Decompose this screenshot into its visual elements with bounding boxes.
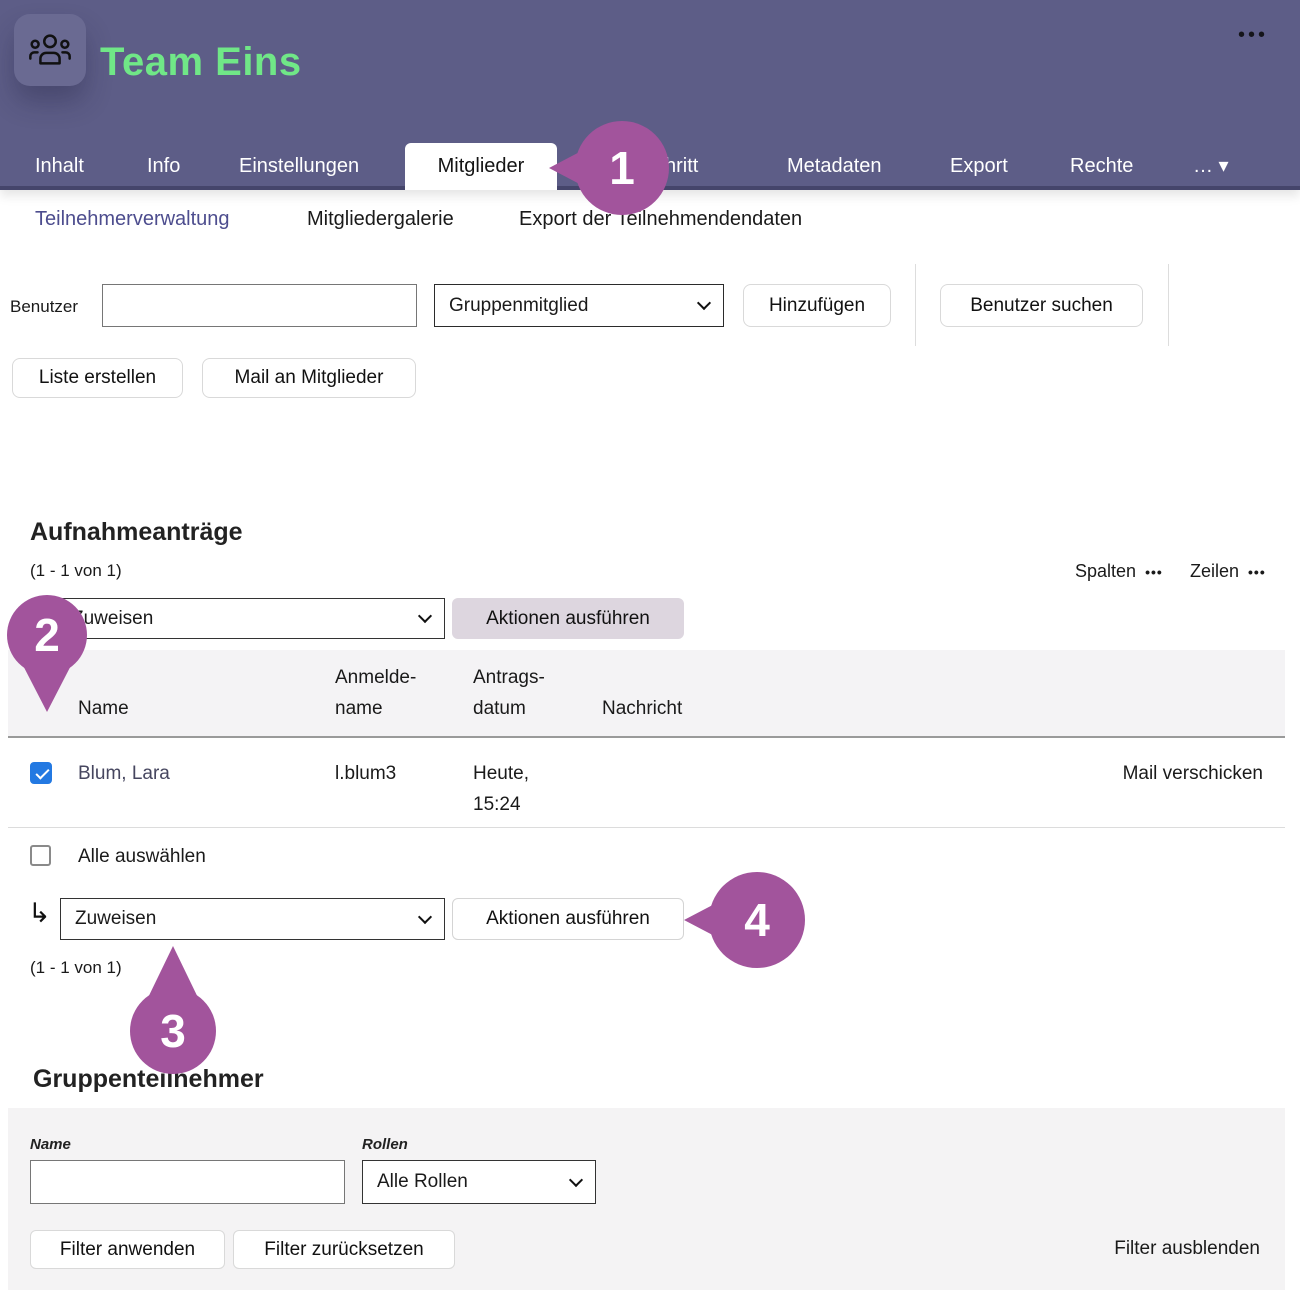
select-all-label: Alle auswählen — [78, 846, 206, 868]
role-select[interactable]: Gruppenmitglied — [434, 284, 724, 327]
zeilen-menu[interactable]: Zeilen ••• — [1190, 561, 1266, 582]
column-header-nachricht: Nachricht — [602, 693, 682, 724]
divider — [1168, 264, 1169, 346]
filter-rollen-value: Alle Rollen — [377, 1171, 468, 1193]
column-header-name: Name — [78, 693, 129, 724]
filter-panel: Name Rollen Alle Rollen Filter anwenden … — [8, 1108, 1285, 1290]
benutzer-input[interactable] — [102, 284, 417, 327]
aktionen-ausfuehren-button[interactable]: Aktionen ausführen — [452, 598, 684, 639]
divider — [915, 264, 916, 346]
tab-more[interactable]: … ▾ — [1193, 143, 1229, 190]
filter-zuruecksetzen-button[interactable]: Filter zurücksetzen — [233, 1230, 455, 1269]
filter-anwenden-button[interactable]: Filter anwenden — [30, 1230, 225, 1269]
tab-inhalt[interactable]: Inhalt — [35, 143, 84, 190]
filter-rollen-label: Rollen — [362, 1136, 408, 1153]
action-select-bottom-value: Zuweisen — [75, 908, 156, 930]
subnav-export-teilnehmendendaten[interactable]: Export der Teilnehmendendaten — [519, 208, 802, 231]
apply-to-selection-arrow-icon: ↳ — [28, 898, 51, 929]
overflow-menu-icon[interactable]: ••• — [1238, 24, 1268, 47]
table-row: Blum, Lara l.blum3 Heute, 15:24 Mail ver… — [8, 740, 1285, 828]
annotation-marker-2: 2 — [7, 595, 87, 675]
group-icon — [14, 14, 86, 86]
tab-mitglieder[interactable]: Mitglieder — [405, 143, 557, 190]
filter-name-input[interactable] — [30, 1160, 345, 1204]
role-select-value: Gruppenmitglied — [449, 295, 588, 317]
row-date: Heute, 15:24 — [473, 758, 529, 820]
page: Team Eins ••• Inhalt Info Einstellungen … — [0, 0, 1300, 1300]
ellipsis-icon: ••• — [1248, 564, 1266, 580]
subnav-teilnehmerverwaltung[interactable]: Teilnehmerverwaltung — [35, 208, 230, 231]
tab-einstellungen[interactable]: Einstellungen — [239, 143, 359, 190]
row-login: l.blum3 — [335, 758, 396, 789]
select-all-checkbox[interactable] — [30, 845, 51, 866]
annotation-marker-3: 3 — [130, 988, 216, 1074]
result-count-bottom: (1 - 1 von 1) — [30, 958, 122, 978]
mail-an-mitglieder-button[interactable]: Mail an Mitglieder — [202, 358, 416, 398]
ellipsis-icon: ••• — [1145, 564, 1163, 580]
row-checkbox[interactable] — [30, 762, 52, 784]
liste-erstellen-button[interactable]: Liste erstellen — [12, 358, 183, 398]
benutzer-label: Benutzer — [10, 297, 78, 317]
row-name: Blum, Lara — [78, 758, 170, 789]
tab-rechte[interactable]: Rechte — [1070, 143, 1133, 190]
chevron-down-icon — [569, 1172, 583, 1186]
section-title-gruppenteilnehmer: Gruppenteilnehmer — [33, 1065, 264, 1094]
zeilen-label: Zeilen — [1190, 561, 1239, 582]
spalten-menu[interactable]: Spalten ••• — [1075, 561, 1163, 582]
mail-verschicken-link[interactable]: Mail verschicken — [1123, 758, 1263, 789]
chevron-down-icon — [697, 296, 711, 310]
column-header-anmeldename: Anmelde- name — [335, 662, 416, 724]
table-header-row: Name Anmelde- name Antrags- datum Nachri… — [8, 650, 1285, 738]
tab-info[interactable]: Info — [147, 143, 180, 190]
filter-ausblenden-link[interactable]: Filter ausblenden — [1114, 1238, 1260, 1260]
annotation-marker-4: 4 — [709, 872, 805, 968]
annotation-marker-1: 1 — [575, 121, 669, 215]
section-title-aufnahmeantraege: Aufnahmeanträge — [30, 518, 243, 547]
tab-export[interactable]: Export — [950, 143, 1008, 190]
subnav-mitgliedergalerie[interactable]: Mitgliedergalerie — [307, 208, 454, 231]
result-count: (1 - 1 von 1) — [30, 561, 122, 581]
filter-name-label: Name — [30, 1136, 71, 1153]
benutzer-suchen-button[interactable]: Benutzer suchen — [940, 284, 1143, 327]
chevron-down-icon — [418, 609, 432, 623]
chevron-down-icon — [418, 909, 432, 923]
column-header-antragsdatum: Antrags- datum — [473, 662, 545, 724]
action-select[interactable]: Zuweisen — [57, 598, 445, 639]
action-select-bottom[interactable]: Zuweisen — [60, 898, 445, 940]
hinzufuegen-button[interactable]: Hinzufügen — [743, 284, 891, 327]
page-title: Team Eins — [100, 40, 302, 85]
filter-rollen-select[interactable]: Alle Rollen — [362, 1160, 596, 1204]
spalten-label: Spalten — [1075, 561, 1136, 582]
aktionen-ausfuehren-button-bottom[interactable]: Aktionen ausführen — [452, 898, 684, 940]
tab-metadaten[interactable]: Metadaten — [787, 143, 882, 190]
